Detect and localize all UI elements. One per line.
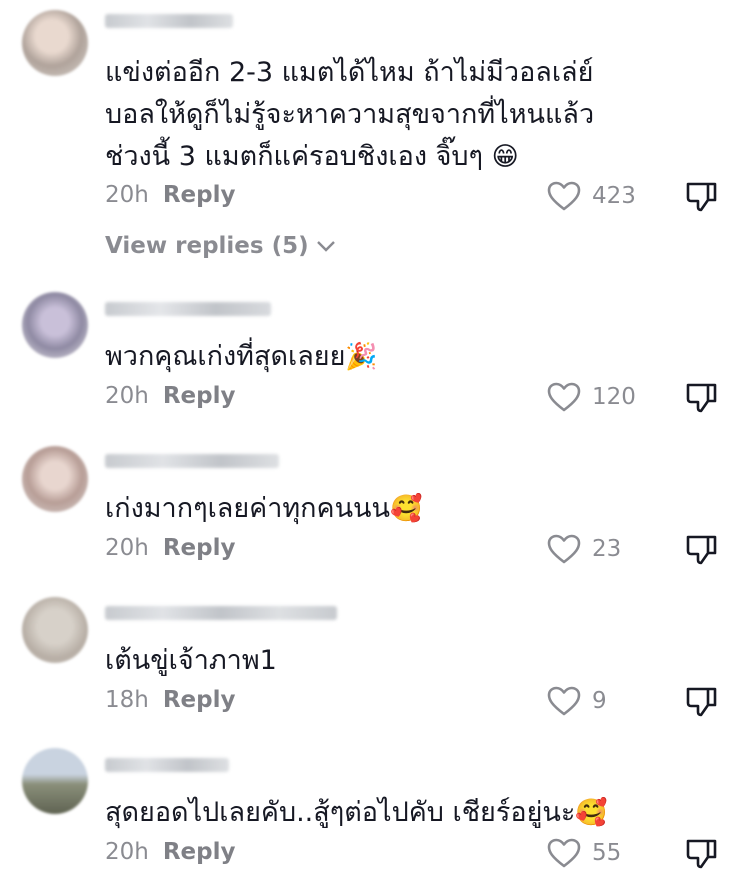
username[interactable] bbox=[105, 606, 337, 620]
comment-text: เต้นขู่เจ้าภาพ1 bbox=[105, 645, 277, 676]
reply-button[interactable]: Reply bbox=[163, 182, 236, 208]
heart-outline-icon bbox=[547, 181, 581, 211]
avatar[interactable] bbox=[22, 597, 88, 663]
comment-time: 20h bbox=[105, 839, 149, 865]
thumbs-down-icon[interactable] bbox=[684, 683, 720, 719]
comment-text: เก่งมากๆเลยค่าทุกคนนน🥰 bbox=[105, 493, 423, 524]
avatar[interactable] bbox=[22, 446, 88, 512]
party-popper-emoji: 🎉 bbox=[345, 342, 378, 372]
heart-outline-icon bbox=[547, 838, 581, 868]
like-count: 120 bbox=[592, 384, 636, 410]
like-button[interactable]: 9 bbox=[546, 685, 607, 717]
like-count: 423 bbox=[592, 183, 636, 209]
like-count: 9 bbox=[592, 688, 607, 714]
comment-text: พวกคุณเก่งที่สุดเลยย🎉 bbox=[105, 341, 378, 372]
thumbs-down-icon[interactable] bbox=[684, 835, 720, 871]
like-count: 23 bbox=[592, 536, 622, 562]
like-button[interactable]: 55 bbox=[546, 837, 621, 869]
thumbs-down-icon[interactable] bbox=[684, 379, 720, 415]
like-button[interactable]: 423 bbox=[546, 180, 636, 212]
comment-text: แข่งต่ออีก 2-3 แมตได้ไหม ถ้าไม่มีวอลเล่ย… bbox=[105, 57, 595, 172]
thumbs-down-icon[interactable] bbox=[684, 178, 720, 214]
username[interactable] bbox=[105, 14, 233, 28]
thumbs-down-icon[interactable] bbox=[684, 531, 720, 567]
avatar[interactable] bbox=[22, 292, 88, 358]
username[interactable] bbox=[105, 302, 271, 316]
username[interactable] bbox=[105, 758, 229, 772]
reply-button[interactable]: Reply bbox=[163, 383, 236, 409]
comment-meta: 20h Reply bbox=[105, 535, 236, 561]
smiling-face-hearts-emoji: 🥰 bbox=[575, 798, 608, 828]
reply-button[interactable]: Reply bbox=[163, 535, 236, 561]
comment-meta: 18h Reply bbox=[105, 687, 236, 713]
heart-outline-icon bbox=[547, 534, 581, 564]
view-replies-button[interactable]: View replies (5) bbox=[105, 233, 337, 259]
chevron-down-icon bbox=[316, 241, 335, 252]
comment-meta: 20h Reply bbox=[105, 383, 236, 409]
like-count: 55 bbox=[592, 840, 622, 866]
avatar[interactable] bbox=[22, 748, 88, 814]
like-button[interactable]: 23 bbox=[546, 533, 621, 565]
like-button[interactable]: 120 bbox=[546, 381, 636, 413]
comment-meta: 20h Reply bbox=[105, 182, 236, 208]
comment-time: 20h bbox=[105, 182, 149, 208]
heart-outline-icon bbox=[547, 686, 581, 716]
comment-time: 20h bbox=[105, 535, 149, 561]
grinning-emoji: 😁 bbox=[491, 142, 519, 172]
comment-text: สุดยอดไปเลยคับ..สู้ๆต่อไปคับ เชียร์อยู่น… bbox=[105, 797, 608, 828]
reply-button[interactable]: Reply bbox=[163, 687, 236, 713]
username[interactable] bbox=[105, 454, 279, 468]
reply-button[interactable]: Reply bbox=[163, 839, 236, 865]
comment-time: 18h bbox=[105, 687, 149, 713]
comment-meta: 20h Reply bbox=[105, 839, 236, 865]
avatar[interactable] bbox=[22, 10, 88, 76]
heart-outline-icon bbox=[547, 382, 581, 412]
comment-time: 20h bbox=[105, 383, 149, 409]
smiling-face-hearts-emoji: 🥰 bbox=[389, 494, 423, 524]
